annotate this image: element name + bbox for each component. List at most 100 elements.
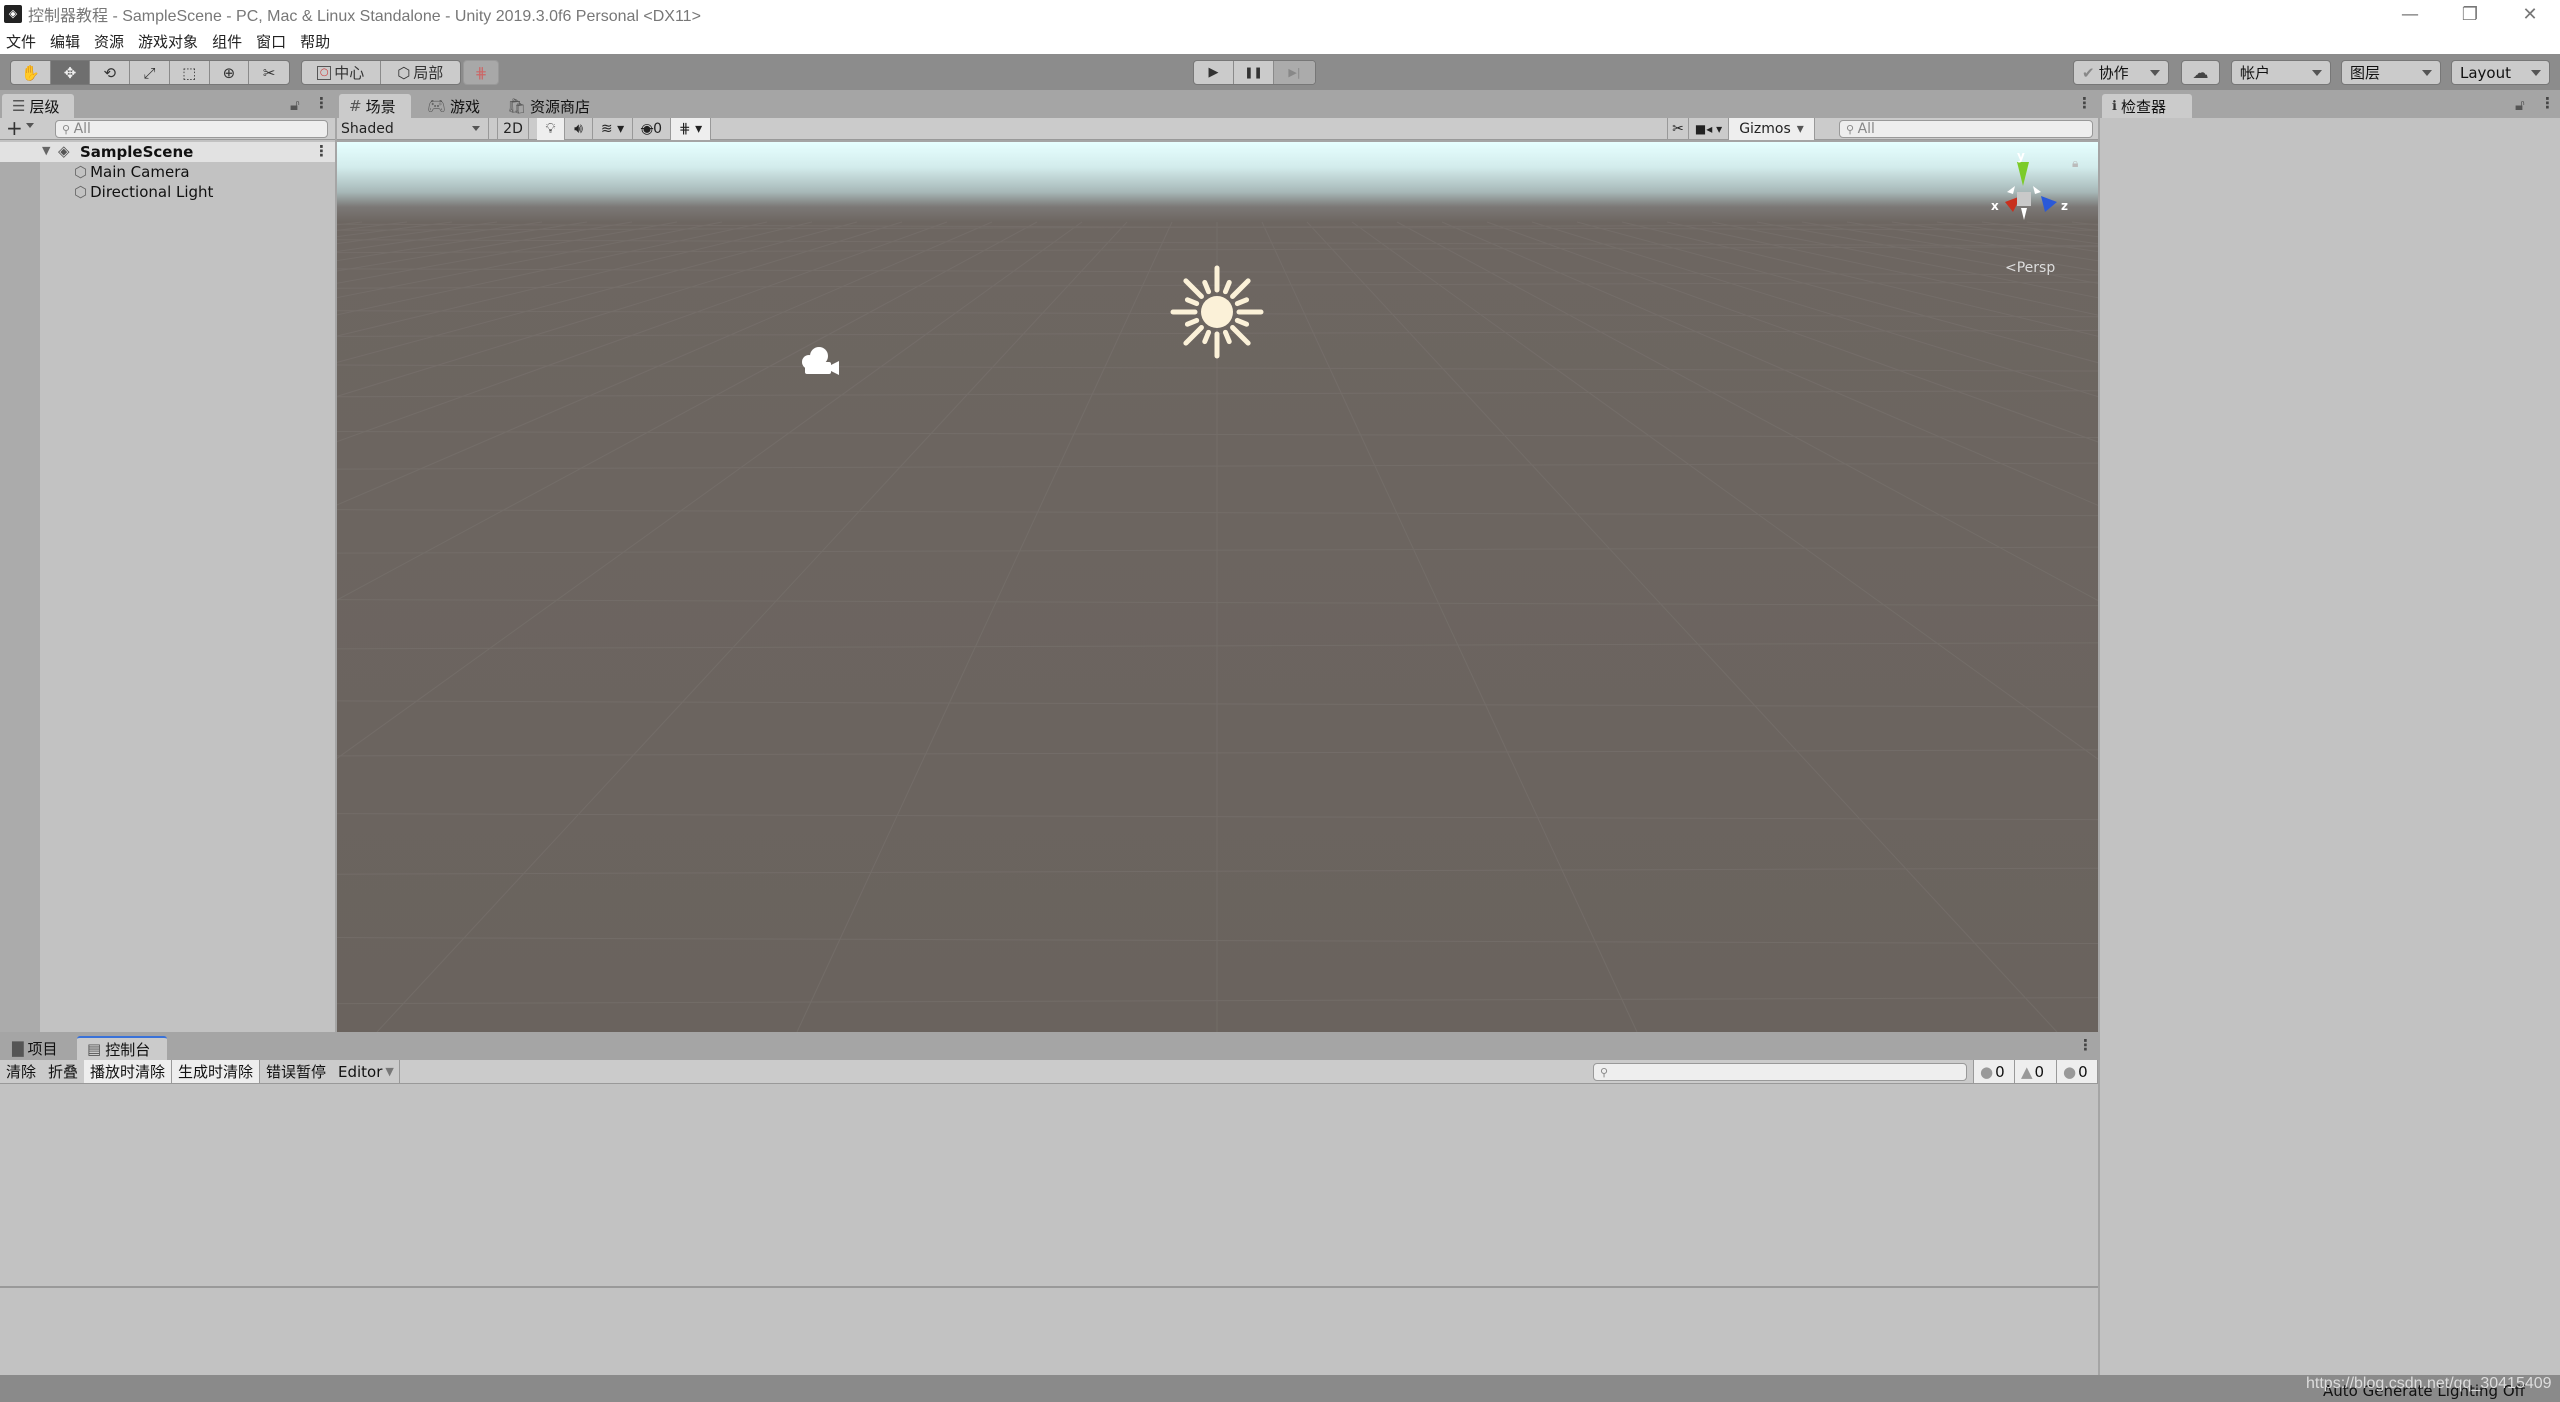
- collapse-button[interactable]: 折叠: [42, 1060, 86, 1083]
- menu-assets[interactable]: 资源: [94, 31, 124, 52]
- move-tool-button[interactable]: ✥: [50, 61, 91, 84]
- step-button[interactable]: ▶|: [1274, 61, 1315, 84]
- window-title: 控制器教程 - SampleScene - PC, Mac & Linux St…: [28, 8, 701, 25]
- layout-dropdown[interactable]: Layout: [2451, 60, 2550, 85]
- grid-dropdown[interactable]: ⋕ ▾: [671, 118, 711, 140]
- grid-line: [337, 221, 858, 363]
- tools-settings-button[interactable]: ✂: [1667, 118, 1689, 140]
- restore-button[interactable]: ❐: [2440, 0, 2500, 28]
- chevron-down-icon[interactable]: [26, 123, 34, 128]
- gizmo-lock-icon[interactable]: 🔒︎: [2072, 156, 2078, 171]
- hierarchy-item[interactable]: ⬡ Directional Light: [74, 182, 213, 202]
- main-toolbar: ✋ ✥ ⟲ ⤢ ⬚ ⊕ ✂ ○ 中心 ⬡ 局部 ⋕ ▶ ❚❚ ▶| ✔ 协作 ☁ 帐户…: [0, 54, 2560, 90]
- y-axis-cone[interactable]: [2017, 162, 2029, 186]
- tab-console-label: 控制台: [105, 1040, 151, 1059]
- minimize-button[interactable]: —: [2380, 0, 2440, 28]
- scene-search-input[interactable]: ⚲ All: [1839, 120, 2093, 138]
- transform-tool-button[interactable]: ⊕: [210, 61, 250, 84]
- chevron-down-icon: [2312, 70, 2322, 76]
- layers-label: 图层: [2350, 64, 2381, 82]
- menu-edit[interactable]: 编辑: [50, 31, 80, 52]
- error-count-toggle[interactable]: ● 0: [2057, 1060, 2098, 1083]
- grid-line: [337, 221, 993, 506]
- grid-line: [337, 221, 768, 316]
- lighting-toggle[interactable]: 💡︎: [537, 118, 565, 140]
- clear-on-build-toggle[interactable]: 生成时清除: [172, 1060, 261, 1083]
- warning-count-toggle[interactable]: ▲ 0: [2015, 1060, 2057, 1083]
- hand-tool-button[interactable]: ✋: [11, 61, 51, 84]
- hierarchy-tabstrip: ☰ 层级 🔓︎ ⋮: [0, 92, 335, 118]
- layers-dropdown[interactable]: 图层: [2341, 60, 2441, 85]
- tab-hierarchy[interactable]: ☰ 层级: [2, 94, 74, 118]
- tab-game[interactable]: 🎮︎ 游戏: [417, 94, 490, 118]
- center-cube[interactable]: [2017, 192, 2031, 206]
- cloud-button[interactable]: ☁: [2181, 60, 2220, 85]
- tab-asset-store[interactable]: 🛍︎ 资源商店: [497, 94, 600, 118]
- sun-ray: [1183, 278, 1204, 299]
- play-button[interactable]: ▶: [1194, 61, 1234, 84]
- lock-icon[interactable]: 🔓︎: [2515, 96, 2525, 114]
- z-axis-cone[interactable]: [2041, 196, 2057, 212]
- menu-window[interactable]: 窗口: [256, 31, 286, 52]
- camera-gizmo-icon[interactable]: [797, 342, 847, 382]
- rotate-tool-button[interactable]: ⟲: [90, 61, 131, 84]
- play-icon: ▶: [1208, 65, 1219, 80]
- scale-tool-button[interactable]: ⤢: [130, 61, 170, 84]
- lock-icon[interactable]: 🔓︎: [290, 96, 300, 114]
- hidden-objects-toggle[interactable]: ◉ 0: [633, 118, 671, 140]
- more-options-icon[interactable]: ⋮: [2077, 94, 2092, 112]
- hierarchy-search-input[interactable]: ⚲ All: [55, 120, 328, 138]
- menu-file[interactable]: 文件: [6, 31, 36, 52]
- add-button[interactable]: +: [6, 116, 23, 140]
- cloud-icon: ☁: [2192, 63, 2209, 82]
- more-options-icon[interactable]: ⋮: [314, 94, 329, 112]
- shading-mode-dropdown[interactable]: Shaded: [337, 118, 489, 140]
- expand-arrow-icon[interactable]: ▼: [42, 144, 50, 157]
- error-pause-toggle[interactable]: 错误暂停: [260, 1060, 334, 1083]
- scene-viewport[interactable]: y x z 🔒︎ <Persp: [337, 142, 2098, 1032]
- tab-scene[interactable]: # 场景: [339, 94, 411, 118]
- tab-inspector[interactable]: ℹ 检查器: [2102, 94, 2192, 118]
- console-search-input[interactable]: ⚲: [1593, 1063, 1967, 1081]
- effects-dropdown[interactable]: ≋ ▾: [593, 118, 633, 140]
- collab-dropdown[interactable]: ✔ 协作: [2073, 60, 2169, 85]
- space-local-button[interactable]: ⬡ 局部: [381, 61, 461, 84]
- clear-on-play-toggle[interactable]: 播放时清除: [84, 1060, 173, 1083]
- menu-gameobject[interactable]: 游戏对象: [138, 31, 198, 52]
- menu-component[interactable]: 组件: [212, 31, 242, 52]
- grid-line: [1531, 221, 2098, 398]
- scene-toolbar: Shaded 2D 💡︎ 🔊︎ ≋ ▾ ◉ 0 ⋕ ▾ ✂ ■◂ ▾ Gizmos…: [337, 118, 2098, 140]
- shading-mode-label: Shaded: [341, 121, 394, 137]
- tab-console[interactable]: ▤ 控制台: [77, 1036, 167, 1060]
- info-count-toggle[interactable]: ● 0: [1973, 1060, 2015, 1083]
- more-options-icon[interactable]: ⋮: [2540, 94, 2555, 112]
- console-split-divider[interactable]: [0, 1286, 2098, 1288]
- gizmos-dropdown[interactable]: Gizmos ▾: [1729, 118, 1815, 140]
- account-dropdown[interactable]: 帐户: [2231, 60, 2331, 85]
- projection-toggle[interactable]: <Persp: [2005, 260, 2055, 276]
- scene-options-icon[interactable]: ⋮: [314, 142, 329, 160]
- hierarchy-item[interactable]: ⬡ Main Camera: [74, 162, 190, 182]
- collapse-label: 折叠: [48, 1063, 79, 1081]
- custom-tool-button[interactable]: ✂: [249, 61, 289, 84]
- audio-toggle[interactable]: 🔊︎: [565, 118, 593, 140]
- error-count: 0: [2078, 1062, 2088, 1081]
- rect-tool-button[interactable]: ⬚: [170, 61, 210, 84]
- menu-help[interactable]: 帮助: [300, 31, 330, 52]
- camera-dropdown[interactable]: ■◂ ▾: [1689, 118, 1729, 140]
- pause-button[interactable]: ❚❚: [1234, 61, 1274, 84]
- snap-button[interactable]: ⋕: [463, 60, 499, 85]
- 2d-toggle[interactable]: 2D: [497, 118, 529, 140]
- clear-button[interactable]: 清除: [0, 1060, 44, 1083]
- tab-project[interactable]: ▇ 项目: [2, 1036, 68, 1060]
- scene-row[interactable]: ▼ ◈ SampleScene ⋮: [0, 142, 335, 162]
- close-button[interactable]: ✕: [2500, 0, 2560, 28]
- speaker-icon: 🔊︎: [574, 121, 583, 137]
- editor-dropdown[interactable]: Editor ▼: [332, 1060, 400, 1083]
- more-options-icon[interactable]: ⋮: [2078, 1036, 2093, 1054]
- panel-divider[interactable]: [2098, 1034, 2100, 1375]
- pivot-center-button[interactable]: ○ 中心: [302, 61, 381, 84]
- sun-ray: [1184, 317, 1200, 327]
- editor-label: Editor: [338, 1062, 383, 1081]
- directional-light-icon[interactable]: [1167, 262, 1267, 362]
